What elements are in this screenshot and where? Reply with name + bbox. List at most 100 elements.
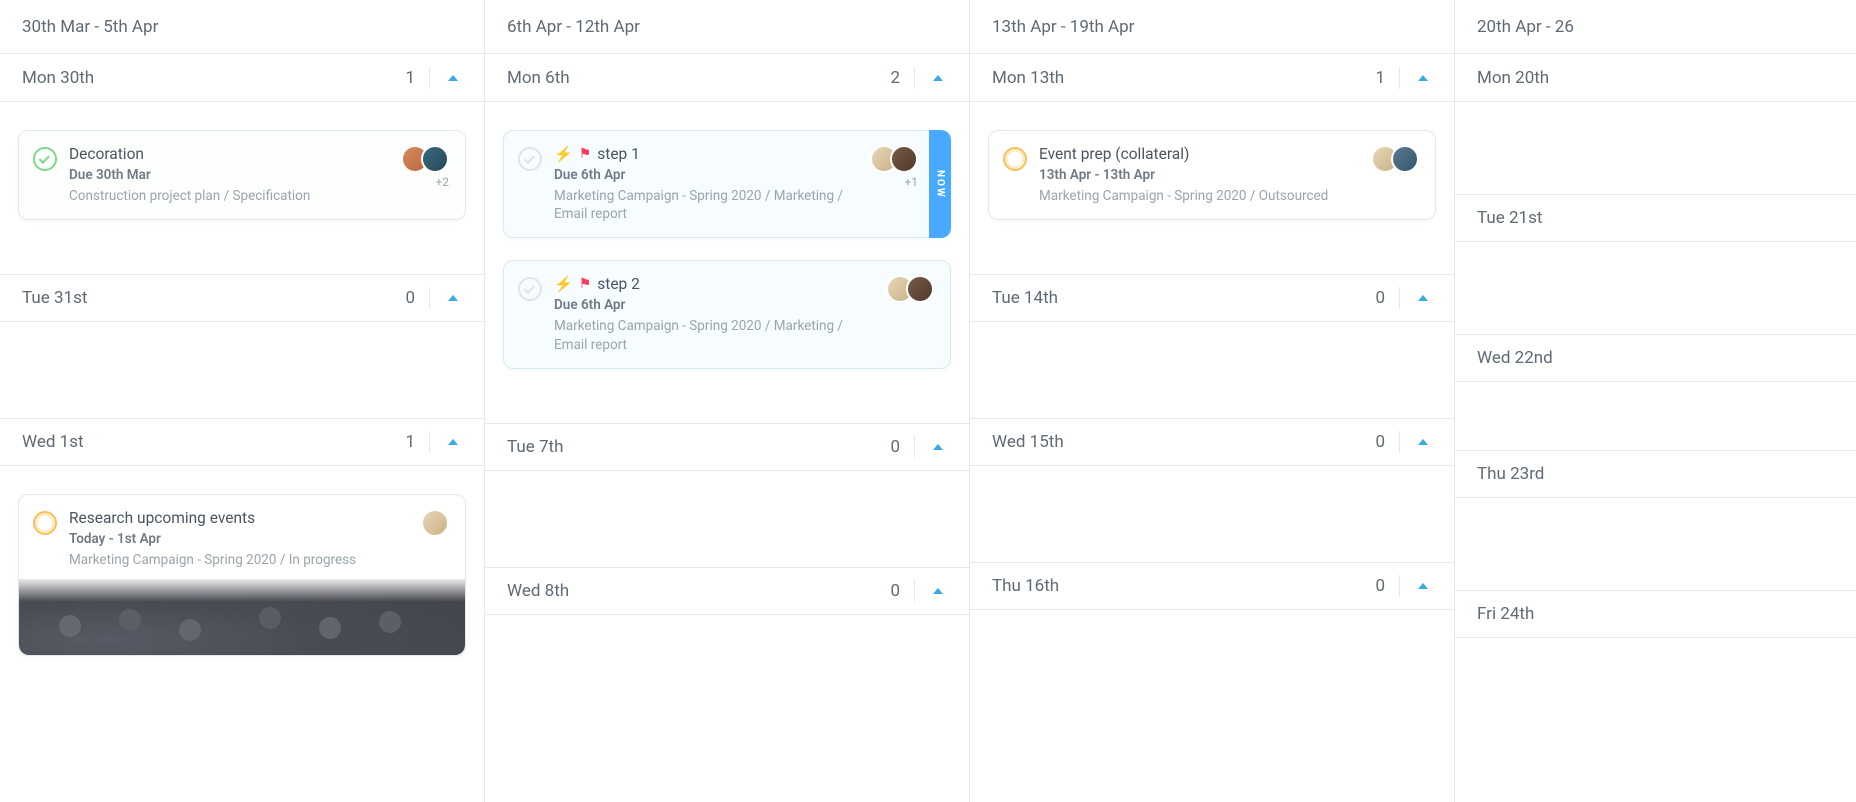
task-card[interactable]: ⚡ ⚑ step 2 Due 6th Apr Marketing Campaig…: [503, 260, 951, 368]
collapse-button[interactable]: [929, 69, 947, 87]
day-body[interactable]: [1455, 242, 1855, 334]
task-avatars[interactable]: +2: [401, 145, 449, 205]
week-column: 13th Apr - 19th Apr Mon 13th 1 Event pre…: [970, 0, 1455, 802]
task-path: Marketing Campaign - Spring 2020 / Marke…: [554, 317, 874, 353]
day-label: Wed 8th: [507, 581, 569, 601]
task-main: ⚡ ⚑ step 2 Due 6th Apr Marketing Campaig…: [554, 275, 874, 353]
avatar: [1391, 145, 1419, 173]
day-body[interactable]: [970, 466, 1454, 562]
day-header[interactable]: Wed 8th 0: [485, 567, 969, 615]
task-path: Marketing Campaign - Spring 2020 / Outso…: [1039, 187, 1359, 205]
day-header[interactable]: Mon 6th 2: [485, 54, 969, 102]
day-header[interactable]: Tue 31st 0: [0, 274, 484, 322]
day-header[interactable]: Wed 15th 0: [970, 418, 1454, 466]
task-avatars[interactable]: [886, 275, 934, 353]
day-header[interactable]: Mon 13th 1: [970, 54, 1454, 102]
chevron-up-icon: [1418, 295, 1428, 301]
day-body[interactable]: [0, 322, 484, 418]
day-header[interactable]: Fri 24th: [1455, 590, 1855, 638]
day-header[interactable]: Tue 21st: [1455, 194, 1855, 242]
week-range: 6th Apr - 12th Apr: [507, 17, 640, 37]
day-body[interactable]: [970, 322, 1454, 418]
collapse-button[interactable]: [1414, 69, 1432, 87]
day-label: Mon 13th: [992, 68, 1064, 88]
day-body[interactable]: Decoration Due 30th Mar Construction pro…: [0, 102, 484, 274]
week-header: 13th Apr - 19th Apr: [970, 0, 1454, 54]
day-header[interactable]: Wed 1st 1: [0, 418, 484, 466]
status-check-icon[interactable]: [518, 277, 542, 301]
day-header[interactable]: Thu 16th 0: [970, 562, 1454, 610]
divider: [1399, 67, 1400, 89]
task-title: Decoration: [69, 145, 144, 163]
task-card[interactable]: Research upcoming events Today - 1st Apr…: [18, 494, 466, 656]
day-header[interactable]: Mon 30th 1: [0, 54, 484, 102]
bolt-icon: ⚡: [554, 277, 573, 292]
task-avatars[interactable]: +1: [870, 145, 918, 223]
day-body[interactable]: [485, 471, 969, 567]
avatar-more-count: +1: [904, 175, 918, 189]
day-header[interactable]: Thu 23rd: [1455, 450, 1855, 498]
day-body[interactable]: ⚡ ⚑ step 1 Due 6th Apr Marketing Campaig…: [485, 102, 969, 423]
week-body[interactable]: Mon 20th Tue 21st Wed 22nd Thu 23rd Fri …: [1455, 54, 1855, 802]
day-header[interactable]: Wed 22nd: [1455, 334, 1855, 382]
day-body[interactable]: [970, 610, 1454, 706]
day-body[interactable]: [1455, 382, 1855, 450]
status-check-icon[interactable]: [33, 511, 57, 535]
day-body[interactable]: Event prep (collateral) 13th Apr - 13th …: [970, 102, 1454, 274]
collapse-button[interactable]: [929, 582, 947, 600]
divider: [914, 436, 915, 458]
chevron-up-icon: [933, 75, 943, 81]
week-column: 30th Mar - 5th Apr Mon 30th 1 Decoration…: [0, 0, 485, 802]
task-card[interactable]: ⚡ ⚑ step 1 Due 6th Apr Marketing Campaig…: [503, 130, 951, 238]
task-avatars[interactable]: [421, 509, 449, 569]
flag-icon: ⚑: [579, 147, 592, 161]
task-title: Research upcoming events: [69, 509, 255, 527]
collapse-button[interactable]: [444, 433, 462, 451]
week-body[interactable]: Mon 30th 1 Decoration Due 30th Mar Const…: [0, 54, 484, 802]
week-body[interactable]: Mon 6th 2 ⚡ ⚑ step 1 Due: [485, 54, 969, 802]
day-body[interactable]: [1455, 102, 1855, 194]
chevron-up-icon: [933, 444, 943, 450]
divider: [1399, 575, 1400, 597]
week-range: 13th Apr - 19th Apr: [992, 17, 1134, 37]
now-badge-label: NOW: [935, 170, 946, 199]
week-range: 30th Mar - 5th Apr: [22, 17, 158, 37]
day-body[interactable]: [485, 615, 969, 711]
day-label: Wed 1st: [22, 432, 84, 452]
status-check-icon[interactable]: [1003, 147, 1027, 171]
week-column: 20th Apr - 26 Mon 20th Tue 21st Wed 22nd…: [1455, 0, 1855, 802]
task-cover-image: [19, 579, 465, 655]
task-title: step 1: [597, 145, 640, 163]
task-card[interactable]: Event prep (collateral) 13th Apr - 13th …: [988, 130, 1436, 220]
day-body[interactable]: Research upcoming events Today - 1st Apr…: [0, 466, 484, 710]
divider: [1399, 431, 1400, 453]
collapse-button[interactable]: [444, 289, 462, 307]
task-card[interactable]: Decoration Due 30th Mar Construction pro…: [18, 130, 466, 220]
collapse-button[interactable]: [1414, 289, 1432, 307]
day-header[interactable]: Tue 7th 0: [485, 423, 969, 471]
day-header[interactable]: Tue 14th 0: [970, 274, 1454, 322]
day-body[interactable]: [1455, 498, 1855, 590]
task-avatars[interactable]: [1371, 145, 1419, 205]
collapse-button[interactable]: [929, 438, 947, 456]
collapse-button[interactable]: [444, 69, 462, 87]
avatar: [890, 145, 918, 173]
complete-check-icon[interactable]: [33, 147, 57, 171]
collapse-button[interactable]: [1414, 577, 1432, 595]
day-label: Mon 20th: [1477, 68, 1549, 88]
day-header[interactable]: Mon 20th: [1455, 54, 1855, 102]
week-header: 30th Mar - 5th Apr: [0, 0, 484, 54]
day-label: Wed 15th: [992, 432, 1064, 452]
week-header: 20th Apr - 26: [1455, 0, 1855, 54]
day-count: 0: [1375, 288, 1385, 308]
avatar: [421, 509, 449, 537]
day-header-right: 0: [1375, 431, 1432, 453]
task-title: Event prep (collateral): [1039, 145, 1189, 163]
day-count: 1: [1375, 68, 1385, 88]
day-label: Fri 24th: [1477, 604, 1534, 624]
week-body[interactable]: Mon 13th 1 Event prep (collateral) 13th …: [970, 54, 1454, 802]
collapse-button[interactable]: [1414, 433, 1432, 451]
day-body[interactable]: [1455, 638, 1855, 730]
status-check-icon[interactable]: [518, 147, 542, 171]
day-count: 0: [1375, 432, 1385, 452]
